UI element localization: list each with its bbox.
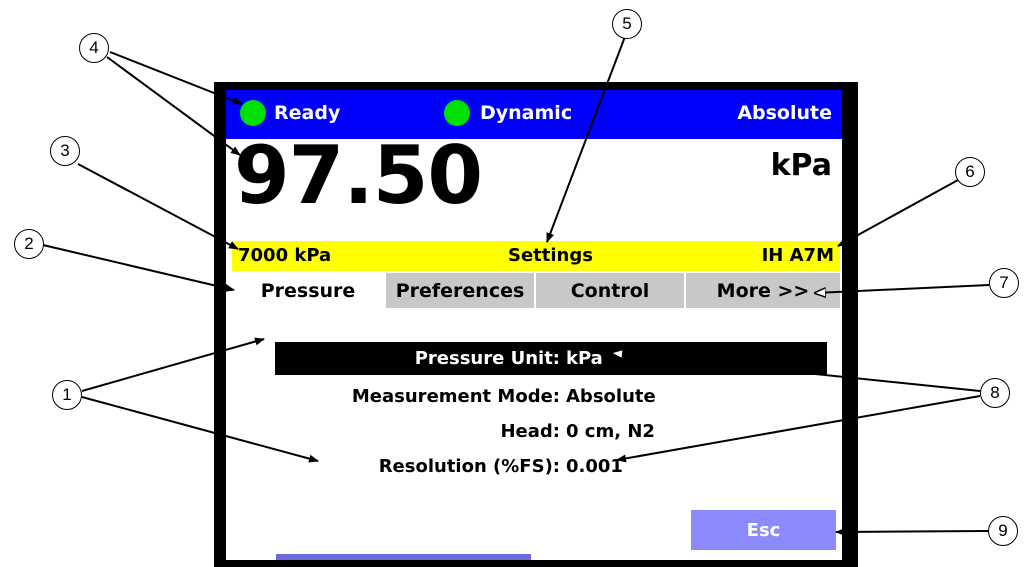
callout-2: 2	[14, 229, 44, 259]
callout-6: 6	[955, 157, 985, 187]
arrow-5	[546, 33, 627, 243]
callout-3: 3	[50, 136, 80, 166]
callout-8: 8	[980, 378, 1010, 408]
callout-4: 4	[79, 33, 109, 63]
arrow-1a	[81, 337, 265, 392]
callout-arrows	[42, 33, 990, 536]
arrow-9	[835, 527, 989, 536]
arrow-2	[42, 244, 235, 292]
arrow-6	[837, 179, 959, 247]
arrow-8a	[612, 353, 981, 392]
callout-9: 9	[988, 516, 1018, 546]
arrow-1b	[81, 396, 319, 463]
arrow-4b	[106, 56, 241, 156]
arrow-8b	[616, 395, 981, 463]
arrow-4a	[109, 51, 243, 105]
callout-7: 7	[989, 268, 1019, 298]
callout-5: 5	[612, 9, 642, 39]
arrow-7	[815, 284, 990, 293]
callout-1: 1	[52, 380, 82, 410]
arrow-3	[77, 163, 239, 250]
